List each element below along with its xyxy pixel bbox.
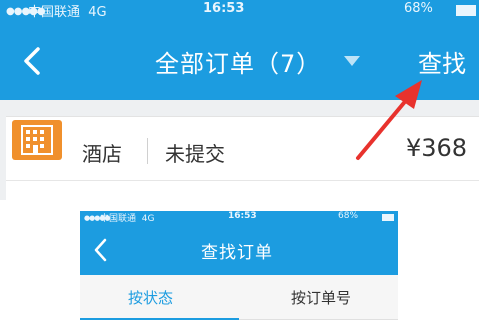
chevron-left-icon[interactable] <box>18 46 48 76</box>
network-type: 4G <box>141 214 155 224</box>
page-title[interactable]: 全部订单（7） <box>155 44 321 79</box>
chevron-left-icon[interactable] <box>90 237 112 263</box>
order-list-screen: ●●●●● 中国联通 4G 16:53 68% 全部订单（7） 查找 酒店 未提… <box>0 0 479 200</box>
find-order-screen: ●●●●● 中国联通 4G 16:53 68% 查找订单 按状态 按订单号 <box>80 211 398 332</box>
order-type: 酒店 <box>82 142 122 166</box>
search-button[interactable]: 查找 <box>418 44 466 79</box>
carrier-name: 中国联通 4G <box>28 5 107 20</box>
caret-down-icon[interactable] <box>344 56 360 66</box>
status-time: 16:53 <box>203 1 245 16</box>
battery-icon <box>456 5 476 16</box>
tab-by-order-number[interactable]: 按订单号 <box>291 287 351 308</box>
page-title: 查找订单 <box>201 243 273 263</box>
tab-by-status[interactable]: 按状态 <box>128 287 173 308</box>
active-tab-indicator <box>80 318 239 320</box>
divider <box>6 180 479 181</box>
battery-percent: 68% <box>338 211 359 221</box>
divider <box>147 138 148 164</box>
battery-icon <box>382 214 394 221</box>
tab-bar: 按状态 按订单号 <box>80 275 398 320</box>
status-time: 16:53 <box>228 211 257 221</box>
navigation-bar: 查找订单 <box>80 225 398 275</box>
status-bar: ●●●●● 中国联通 4G 16:53 68% <box>0 0 479 22</box>
order-price: ¥368 <box>406 134 468 162</box>
carrier-name: 中国联通 4G <box>100 214 155 224</box>
order-status: 未提交 <box>165 142 225 166</box>
network-type: 4G <box>88 5 107 20</box>
status-bar: ●●●●● 中国联通 4G 16:53 68% <box>80 211 398 225</box>
battery-percent: 68% <box>404 1 433 16</box>
screenshot-composite: ●●●●● 中国联通 4G 16:53 68% 全部订单（7） 查找 酒店 未提… <box>0 0 479 332</box>
hotel-building-icon <box>12 120 62 160</box>
navigation-bar: 全部订单（7） 查找 <box>0 22 479 100</box>
